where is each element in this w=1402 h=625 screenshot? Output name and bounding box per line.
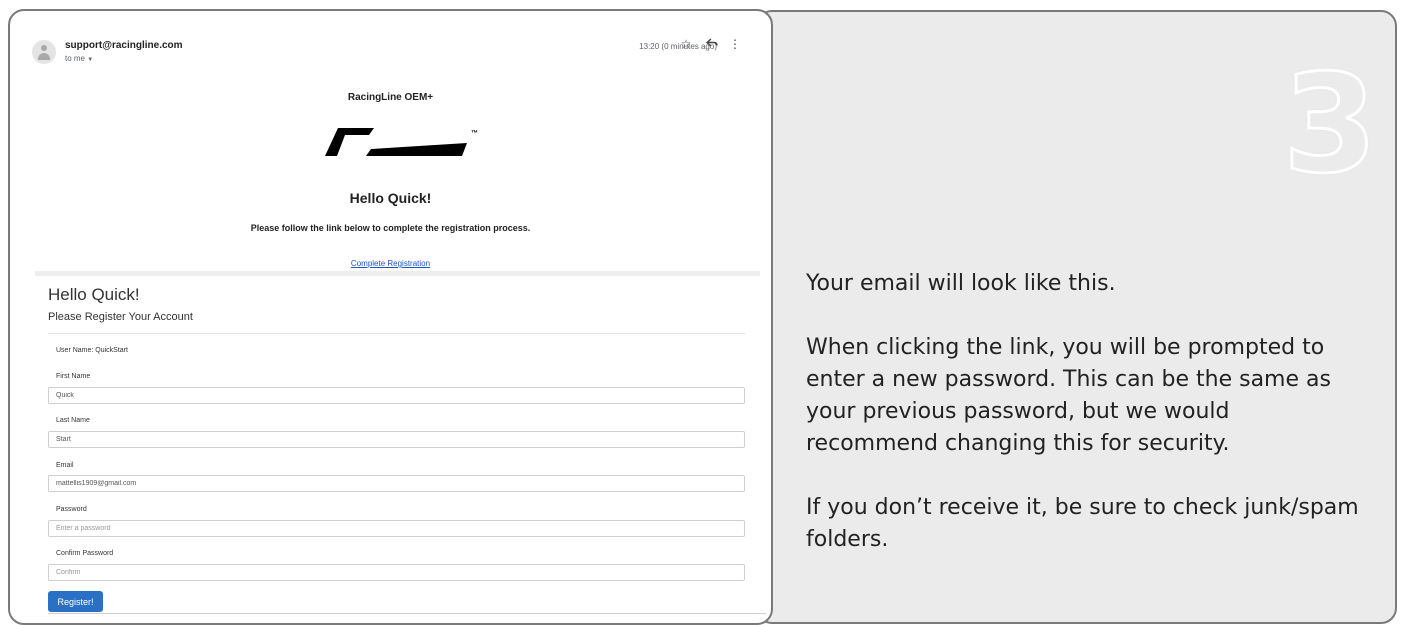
step-number: 3 <box>1281 46 1379 204</box>
confirm-password-input[interactable] <box>48 564 745 581</box>
email-label: Email <box>56 462 74 469</box>
email-sender: support@racingline.com <box>65 40 183 51</box>
instruction-line: If you don’t receive it, be sure to chec… <box>806 495 1359 552</box>
instruction-text: Your email will look like this. When cli… <box>806 268 1366 556</box>
last-name-input[interactable] <box>48 431 745 448</box>
email-greeting: Hello Quick! <box>349 190 432 206</box>
recipient-label: to me <box>65 54 86 63</box>
confirm-password-label: Confirm Password <box>56 550 114 557</box>
dropdown-caret-icon[interactable]: ▼ <box>87 57 93 63</box>
section-divider <box>35 271 760 276</box>
more-options-icon[interactable]: ⋮ <box>727 37 743 51</box>
username-text: User Name: QuickStart <box>56 347 128 354</box>
avatar-icon <box>32 40 56 64</box>
email-message: Please follow the link below to complete… <box>250 223 531 233</box>
brand-name: RacingLine OEM+ <box>347 92 434 103</box>
last-name-label: Last Name <box>56 417 90 424</box>
reply-icon[interactable] <box>704 37 720 51</box>
form-title: Hello Quick! <box>48 285 140 304</box>
racingline-logo: ™ <box>325 126 485 163</box>
register-button[interactable]: Register! <box>48 591 103 612</box>
form-bottom-divider <box>48 613 766 614</box>
email-recipient[interactable]: to me ▼ <box>65 54 93 63</box>
star-icon[interactable]: ☆ <box>678 37 694 51</box>
form-divider <box>48 333 745 334</box>
instruction-line: Your email will look like this. <box>806 271 1116 296</box>
first-name-input[interactable] <box>48 387 745 404</box>
complete-registration-link[interactable]: Complete Registration <box>10 259 771 268</box>
password-input[interactable] <box>48 520 745 537</box>
trademark-mark: ™ <box>471 130 478 137</box>
form-subtitle: Please Register Your Account <box>48 311 193 323</box>
email-timestamp: 13:20 (0 minutes ago) <box>639 42 717 51</box>
first-name-label: First Name <box>56 373 91 380</box>
password-label: Password <box>56 506 87 513</box>
email-input[interactable] <box>48 475 745 492</box>
instruction-line: When clicking the link, you will be prom… <box>806 335 1331 456</box>
email-card: support@racingline.com to me ▼ 13:20 (0 … <box>8 9 773 625</box>
